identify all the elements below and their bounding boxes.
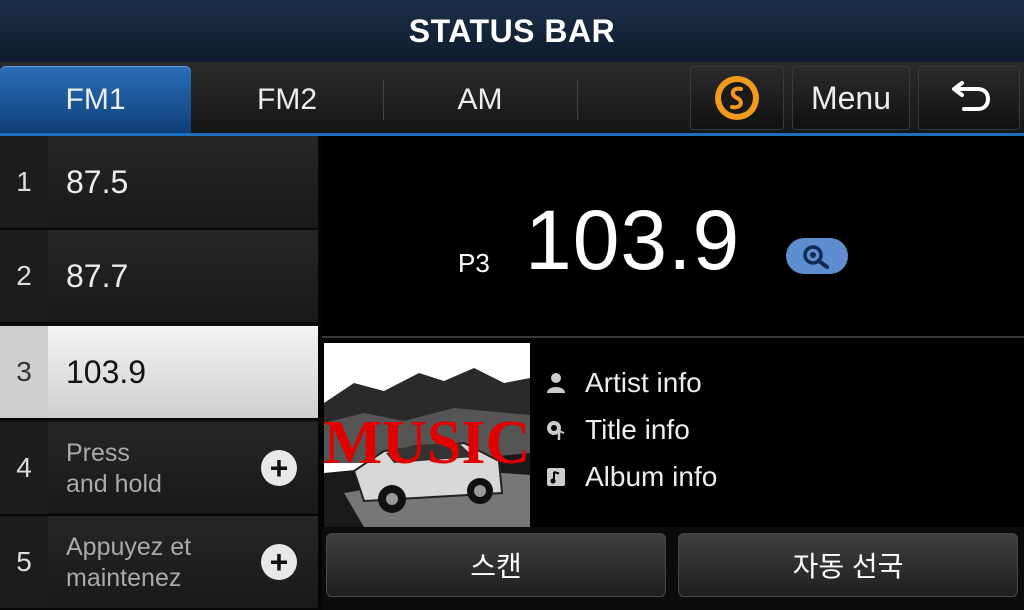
tab-label: FM2 bbox=[257, 82, 317, 116]
preset-number: 1 bbox=[0, 136, 48, 228]
preset-hint-line: maintenez bbox=[66, 564, 182, 592]
preset-number: 5 bbox=[0, 516, 48, 608]
music-note-search-icon bbox=[545, 419, 567, 441]
menu-button[interactable]: Menu bbox=[792, 66, 910, 130]
scan-label: 스캔 bbox=[470, 551, 522, 582]
preset-number: 2 bbox=[0, 230, 48, 322]
soundhound-button[interactable] bbox=[690, 66, 784, 130]
status-bar-title: STATUS BAR bbox=[408, 12, 616, 49]
preset-item-3[interactable]: 3 103.9 bbox=[0, 326, 318, 420]
preset-number: 3 bbox=[0, 326, 48, 418]
preset-hint-line: Press bbox=[66, 439, 130, 467]
preset-hint: Press and hold bbox=[66, 438, 162, 500]
preset-frequency: 87.5 bbox=[66, 163, 129, 200]
tab-label: AM bbox=[457, 82, 503, 116]
tab-fm1[interactable]: FM1 bbox=[0, 66, 191, 133]
back-arrow-icon bbox=[952, 81, 991, 111]
preset-hint-line: and hold bbox=[66, 470, 162, 498]
artist-info-label: Artist info bbox=[585, 367, 702, 398]
preset-item-1[interactable]: 1 87.5 bbox=[0, 136, 318, 230]
person-icon bbox=[545, 372, 567, 394]
tab-am[interactable]: AM bbox=[384, 66, 576, 133]
preset-frequency: 103.9 bbox=[66, 353, 147, 390]
auto-tune-button[interactable]: 자동 선국 bbox=[678, 533, 1018, 597]
album-icon bbox=[545, 466, 567, 488]
preset-number: 4 bbox=[0, 422, 48, 514]
auto-tune-label: 자동 선국 bbox=[792, 551, 904, 582]
add-preset-icon[interactable]: + bbox=[261, 544, 297, 580]
add-preset-icon[interactable]: + bbox=[261, 450, 297, 486]
artist-info-row: Artist info bbox=[545, 367, 702, 399]
back-button[interactable] bbox=[918, 66, 1020, 130]
album-art-image: MUSIC bbox=[324, 343, 530, 527]
band-tabbar: FM1 FM2 AM Menu bbox=[0, 62, 1024, 136]
preset-hint-line: Appuyez et bbox=[66, 533, 192, 561]
station-search-button[interactable] bbox=[786, 238, 848, 274]
section-divider bbox=[322, 336, 1024, 338]
menu-label: Menu bbox=[810, 79, 892, 116]
preset-frequency: 87.7 bbox=[66, 257, 129, 294]
soundhound-icon bbox=[715, 76, 759, 120]
tab-label: FM1 bbox=[65, 82, 126, 116]
current-frequency: 103.9 bbox=[525, 193, 741, 287]
tab-divider bbox=[577, 80, 578, 120]
preset-item-5[interactable]: 5 Appuyez et maintenez + bbox=[0, 516, 318, 610]
tab-fm2[interactable]: FM2 bbox=[191, 66, 383, 133]
album-info-row: Album info bbox=[545, 461, 717, 493]
album-art: MUSIC bbox=[324, 343, 530, 527]
scan-button[interactable]: 스캔 bbox=[326, 533, 666, 597]
album-art-overlay-text: MUSIC bbox=[324, 409, 530, 477]
status-bar: STATUS BAR bbox=[0, 0, 1024, 62]
search-icon bbox=[803, 245, 829, 269]
title-info-label: Title info bbox=[585, 414, 690, 445]
preset-list: 1 87.5 2 87.7 3 103.9 4 Press and hold +… bbox=[0, 136, 318, 610]
preset-item-2[interactable]: 2 87.7 bbox=[0, 230, 318, 324]
current-preset-label: P3 bbox=[458, 248, 490, 278]
title-info-row: Title info bbox=[545, 414, 690, 446]
preset-item-4[interactable]: 4 Press and hold + bbox=[0, 422, 318, 516]
preset-hint: Appuyez et maintenez bbox=[66, 532, 191, 594]
album-info-label: Album info bbox=[585, 461, 718, 492]
